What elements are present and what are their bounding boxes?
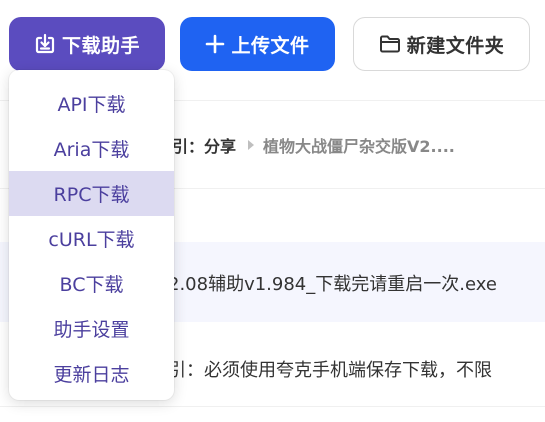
row-divider xyxy=(0,406,545,407)
file-manager-view: 下载助手 上传文件 新建文件夹 引： 分享 植物大战僵尸杂交版V2.... 2.… xyxy=(0,0,545,422)
download-helper-menu: API下载 Aria下载 RPC下载 cURL下载 BC下载 助手设置 更新日志 xyxy=(9,70,174,400)
new-folder-label: 新建文件夹 xyxy=(406,34,505,57)
download-helper-button[interactable]: 下载助手 xyxy=(9,17,165,71)
download-icon xyxy=(34,33,56,55)
download-helper-label: 下载助手 xyxy=(61,34,140,57)
breadcrumb-separator-icon xyxy=(248,140,255,150)
menu-item-bc-download[interactable]: BC下载 xyxy=(9,261,174,306)
menu-item-curl-download[interactable]: cURL下载 xyxy=(9,216,174,261)
menu-item-helper-settings[interactable]: 助手设置 xyxy=(9,306,174,351)
plus-icon xyxy=(205,34,225,54)
upload-file-label: 上传文件 xyxy=(231,34,310,57)
breadcrumb-share[interactable]: 分享 xyxy=(204,133,236,157)
menu-item-changelog[interactable]: 更新日志 xyxy=(9,351,174,396)
breadcrumb-prefix: 引： xyxy=(172,137,205,156)
file-name[interactable]: 2.08辅助v1.984_下载完请重启一次.exe xyxy=(168,270,497,296)
breadcrumb: 引： 分享 植物大战僵尸杂交版V2.... xyxy=(172,133,455,157)
menu-item-aria-download[interactable]: Aria下载 xyxy=(9,126,174,171)
menu-item-api-download[interactable]: API下载 xyxy=(9,81,174,126)
file-name[interactable]: 引：必须使用夸克手机端保存下载，不限 xyxy=(168,356,492,382)
menu-item-rpc-download[interactable]: RPC下载 xyxy=(9,171,174,216)
breadcrumb-current[interactable]: 植物大战僵尸杂交版V2.... xyxy=(263,133,455,157)
new-folder-button[interactable]: 新建文件夹 xyxy=(353,17,530,71)
upload-file-button[interactable]: 上传文件 xyxy=(180,17,335,71)
folder-icon xyxy=(379,34,401,54)
